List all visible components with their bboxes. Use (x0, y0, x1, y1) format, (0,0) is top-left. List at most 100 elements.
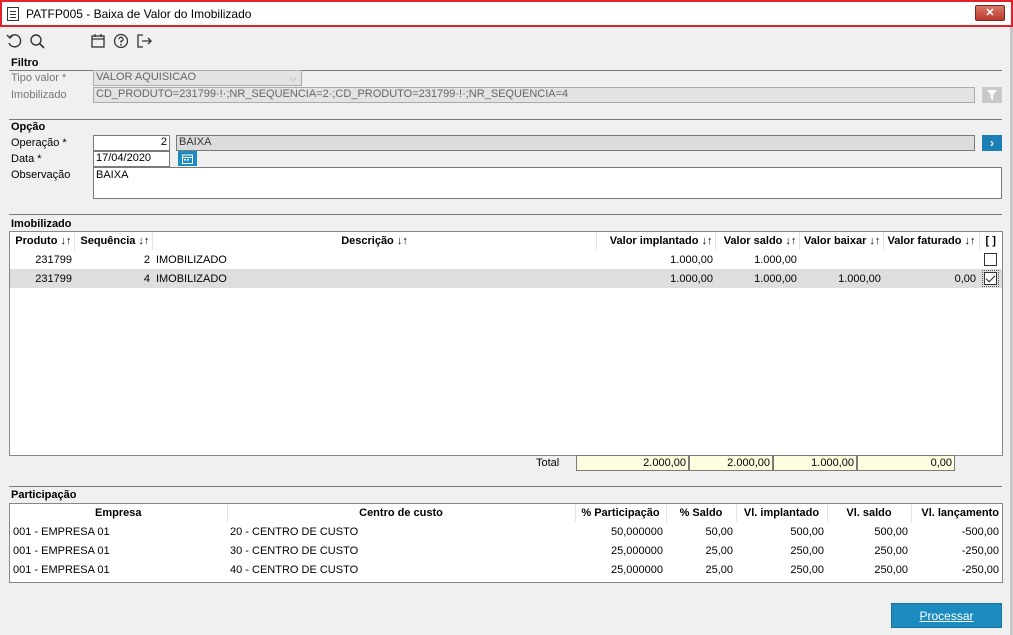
divider (9, 486, 1002, 487)
cell-vl-lancamento: -250,00 (961, 544, 999, 557)
col-valor-implantado[interactable]: Valor implantado ↓↑ (596, 232, 717, 250)
filtro-section-title: Filtro (11, 57, 39, 69)
cell-valor-saldo: 1.000,00 (754, 272, 797, 285)
total-valor-saldo: 2.000,00 (689, 455, 773, 471)
window-title: PATFP005 - Baixa de Valor do Imobilizado (26, 6, 252, 21)
close-button[interactable]: ✕ (975, 5, 1005, 21)
operacao-description: BAIXA (176, 135, 975, 151)
cell-select (979, 269, 1002, 288)
cell-centro-custo: 30 - CENTRO DE CUSTO (230, 544, 359, 557)
help-icon[interactable] (111, 31, 131, 51)
title-bar: PATFP005 - Baixa de Valor do Imobilizado… (0, 0, 1013, 27)
chevron-right-icon: › (990, 136, 994, 150)
cell-centro-custo: 20 - CENTRO DE CUSTO (230, 525, 359, 538)
table-row[interactable]: 231799 4 IMOBILIZADO 1.000,00 1.000,00 1… (10, 269, 1002, 288)
chevron-down-icon: ⌵ (289, 73, 297, 84)
col-vl-lancamento[interactable]: Vl. lançamento (911, 504, 1002, 522)
col-vl-saldo[interactable]: Vl. saldo (827, 504, 912, 522)
data-input[interactable]: 17/04/2020 (93, 151, 170, 167)
col-select-all[interactable]: [ ] (979, 232, 1002, 250)
cell-vl-saldo: 500,00 (874, 525, 908, 538)
date-picker-button[interactable] (178, 151, 197, 166)
operacao-code-input[interactable]: 2 (93, 135, 170, 151)
cell-vl-implantado: 250,00 (790, 544, 824, 557)
row-checkbox[interactable] (984, 253, 997, 266)
tipo-valor-label: Tipo valor * (11, 72, 67, 84)
col-produto[interactable]: Produto ↓↑ (10, 232, 76, 250)
cell-produto: 231799 (35, 272, 72, 285)
cell-participacao: 25,000000 (611, 563, 663, 576)
cell-sequencia: 4 (143, 272, 150, 285)
cell-vl-lancamento: -250,00 (961, 563, 999, 576)
col-participacao[interactable]: % Participação (575, 504, 667, 522)
col-centro-custo[interactable]: Centro de custo (227, 504, 576, 522)
table-row[interactable]: 231799 2 IMOBILIZADO 1.000,00 1.000,00 (10, 250, 1002, 269)
participacao-section-title: Participação (11, 489, 77, 501)
cell-valor-baixar[interactable]: 1.000,00 (800, 269, 884, 288)
processar-label: Processar (919, 609, 974, 623)
undo-icon[interactable] (4, 31, 24, 51)
grid-header-row: Produto ↓↑ Sequência ↓↑ Descrição ↓↑ Val… (10, 232, 1002, 250)
operacao-lookup-button[interactable]: › (982, 135, 1002, 151)
tipo-valor-select[interactable]: VALOR AQUISICAO ⌵ (93, 70, 302, 86)
col-valor-baixar[interactable]: Valor baixar ↓↑ (799, 232, 885, 250)
search-icon[interactable] (27, 31, 47, 51)
cell-valor-faturado[interactable]: 0,00 (884, 269, 979, 288)
col-empresa[interactable]: Empresa (10, 504, 228, 522)
cell-valor-implantado: 1.000,00 (670, 253, 713, 266)
col-sequencia[interactable]: Sequência ↓↑ (74, 232, 154, 250)
filter-icon (987, 90, 997, 100)
divider (9, 214, 1002, 215)
total-valor-implantado: 2.000,00 (576, 455, 689, 471)
cell-valor-baixar[interactable] (800, 250, 884, 269)
opcao-section-title: Opção (11, 121, 46, 133)
cell-participacao: 50,000000 (611, 525, 663, 538)
cell-produto: 231799 (35, 253, 72, 266)
cell-empresa: 001 - EMPRESA 01 (13, 525, 110, 538)
col-saldo-pct[interactable]: % Saldo (666, 504, 737, 522)
exit-icon[interactable] (134, 31, 154, 51)
cell-descricao: IMOBILIZADO (155, 272, 227, 285)
cell-valor-faturado[interactable] (884, 250, 979, 269)
total-valor-faturado: 0,00 (857, 455, 955, 471)
operacao-label: Operação * (11, 137, 67, 149)
table-row[interactable]: 001 - EMPRESA 01 20 - CENTRO DE CUSTO 50… (10, 522, 1002, 541)
imobilizado-filter-field[interactable]: CD_PRODUTO=231799·!·;NR_SEQUENCIA=2·;CD_… (93, 87, 975, 103)
cell-centro-custo: 40 - CENTRO DE CUSTO (230, 563, 359, 576)
row-checkbox-checked[interactable] (984, 272, 997, 285)
col-vl-implantado[interactable]: Vl. implantado (736, 504, 828, 522)
cell-saldo-pct: 25,00 (705, 563, 733, 576)
cell-empresa: 001 - EMPRESA 01 (13, 563, 110, 576)
participacao-grid: Empresa Centro de custo % Participação %… (9, 503, 1003, 583)
table-row[interactable]: 001 - EMPRESA 01 40 - CENTRO DE CUSTO 25… (10, 560, 1002, 579)
toolbar (4, 31, 157, 51)
col-descricao[interactable]: Descrição ↓↑ (152, 232, 597, 250)
cell-participacao: 25,000000 (611, 544, 663, 557)
cell-sequencia: 2 (143, 253, 150, 266)
cell-vl-implantado: 500,00 (790, 525, 824, 538)
cell-select (979, 250, 1002, 269)
imobilizado-section-title: Imobilizado (11, 218, 72, 230)
cell-valor-saldo: 1.000,00 (754, 253, 797, 266)
col-valor-faturado[interactable]: Valor faturado ↓↑ (883, 232, 980, 250)
cell-vl-implantado: 250,00 (790, 563, 824, 576)
filter-button[interactable] (982, 87, 1002, 103)
divider (9, 119, 1002, 120)
calendar-icon[interactable] (88, 31, 108, 51)
focus-outline (982, 270, 999, 287)
observacao-textarea[interactable]: BAIXA (93, 167, 1002, 199)
cell-vl-saldo: 250,00 (874, 563, 908, 576)
cell-vl-lancamento: -500,00 (961, 525, 999, 538)
cell-saldo-pct: 50,00 (705, 525, 733, 538)
cell-valor-implantado: 1.000,00 (670, 272, 713, 285)
col-valor-saldo[interactable]: Valor saldo ↓↑ (715, 232, 801, 250)
imobilizado-grid: Produto ↓↑ Sequência ↓↑ Descrição ↓↑ Val… (9, 231, 1003, 456)
document-icon (7, 6, 19, 21)
imobilizado-filter-label: Imobilizado (11, 89, 67, 101)
cell-descricao: IMOBILIZADO (155, 253, 227, 266)
table-row[interactable]: 001 - EMPRESA 01 30 - CENTRO DE CUSTO 25… (10, 541, 1002, 560)
tipo-valor-value: VALOR AQUISICAO (96, 71, 197, 83)
data-label: Data * (11, 153, 42, 165)
main-window: PATFP005 - Baixa de Valor do Imobilizado… (0, 0, 1013, 635)
processar-button[interactable]: Processar (891, 603, 1002, 628)
